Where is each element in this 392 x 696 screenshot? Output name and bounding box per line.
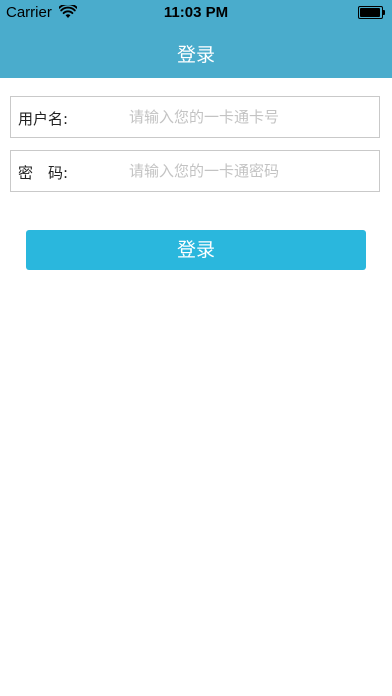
username-label: 用户名: [18, 110, 69, 128]
password-input[interactable] [123, 159, 375, 183]
status-bar: Carrier 11:03 PM [0, 0, 392, 26]
page-title: 登录 [176, 44, 215, 66]
username-field: 用户名: [10, 96, 380, 138]
clock: 11:03 PM [163, 4, 229, 21]
password-field: 密 码: [10, 150, 380, 192]
password-label: 密 码: [18, 164, 69, 182]
battery-icon [358, 6, 386, 19]
login-button[interactable]: 登录 [26, 230, 366, 270]
username-input[interactable] [123, 105, 375, 129]
navigation-bar: Carrier 11:03 PM 登录 [0, 0, 392, 78]
